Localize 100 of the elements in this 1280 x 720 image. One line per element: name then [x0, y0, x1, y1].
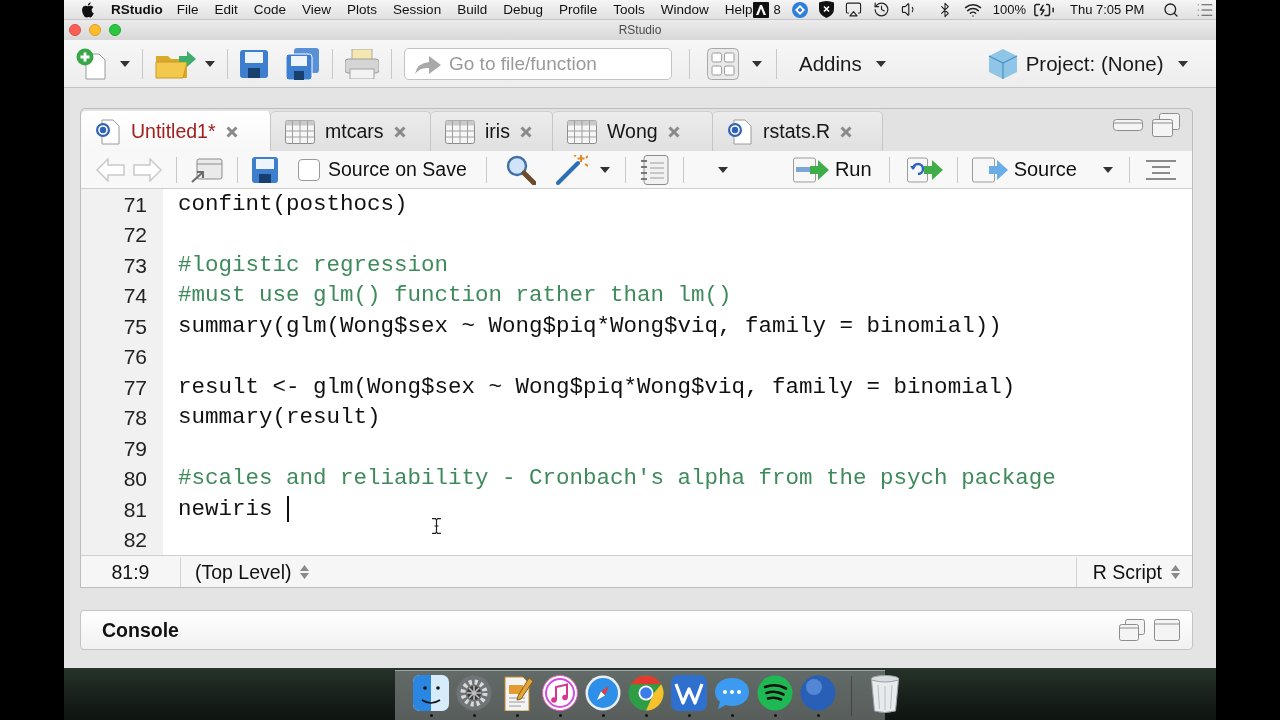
- caret-icon[interactable]: [875, 60, 886, 67]
- line-number: 82: [122, 527, 147, 553]
- line-number: 72: [122, 222, 147, 248]
- search-icon[interactable]: [1163, 1, 1180, 18]
- menu-item[interactable]: View: [302, 1, 332, 18]
- caret-icon[interactable]: [205, 60, 215, 67]
- save-all-icon[interactable]: [286, 47, 320, 80]
- minimize-pane-icon[interactable]: [1113, 119, 1143, 131]
- caret-icon[interactable]: [1177, 60, 1188, 67]
- circle-arcs-icon[interactable]: [757, 675, 793, 711]
- caret-icon[interactable]: [120, 60, 130, 67]
- code-comment: #must use glm() function rather than lm(): [178, 282, 732, 310]
- table-icon: [445, 119, 475, 144]
- file-type-selector[interactable]: R Script: [1075, 556, 1192, 587]
- close-window-icon[interactable]: [69, 24, 81, 36]
- code-comment: #logistic regression: [178, 251, 449, 279]
- triangle-logo-icon[interactable]: [752, 1, 769, 18]
- app-menu[interactable]: RStudio: [111, 1, 163, 18]
- menu-bar-clock[interactable]: Thu 7:05 PM: [1070, 1, 1145, 18]
- menu-item[interactable]: Tools: [613, 1, 645, 18]
- music-note-icon[interactable]: [542, 675, 578, 711]
- close-icon[interactable]: [840, 125, 853, 138]
- script-file-icon: [727, 118, 753, 145]
- project-menu[interactable]: Project: (None): [987, 48, 1188, 79]
- cursor-position: 81:9: [81, 556, 181, 587]
- gear-icon[interactable]: [456, 675, 492, 711]
- code-comment: #scales and reliability - Cronbach's alpha from the psych package: [178, 465, 1056, 493]
- close-icon[interactable]: [519, 125, 532, 138]
- window-title: RStudio: [618, 23, 662, 37]
- maximize-pane-icon[interactable]: [1154, 619, 1180, 641]
- code-line: summary(result): [178, 404, 381, 432]
- code-line: newiris: [178, 495, 273, 523]
- line-number: 80: [122, 466, 147, 492]
- source-on-save-option[interactable]: Source on Save: [298, 158, 467, 181]
- close-icon[interactable]: [393, 125, 406, 138]
- run-button[interactable]: Run: [792, 156, 872, 183]
- outline-lines-icon[interactable]: [1146, 159, 1176, 180]
- shield-icon[interactable]: [818, 1, 834, 18]
- run-lines-icon: [792, 156, 829, 183]
- diamond-badge-icon[interactable]: [791, 1, 808, 18]
- cube-icon: [987, 48, 1018, 79]
- menu-item[interactable]: Build: [457, 1, 488, 18]
- source-button[interactable]: Source: [971, 156, 1113, 183]
- menu-item[interactable]: File: [176, 1, 199, 18]
- table-icon: [285, 119, 315, 144]
- zigzag-tile-icon[interactable]: [671, 675, 707, 711]
- smiley-tile-icon[interactable]: [413, 675, 449, 711]
- caret-icon[interactable]: [1103, 166, 1113, 173]
- updown-arrows-icon: [1171, 564, 1180, 579]
- caret-icon[interactable]: [599, 166, 610, 173]
- menu-item[interactable]: Debug: [503, 1, 543, 18]
- line-number: 74: [122, 283, 147, 309]
- restore-pane-icon[interactable]: [1119, 619, 1145, 641]
- code-editor[interactable]: [81, 189, 1192, 555]
- save-icon[interactable]: [252, 156, 278, 183]
- notebook-icon[interactable]: [640, 154, 669, 185]
- line-number: 76: [122, 344, 147, 370]
- close-icon[interactable]: [225, 125, 238, 138]
- magic-wand-icon[interactable]: [555, 154, 588, 185]
- menu-item[interactable]: Session: [393, 1, 442, 18]
- search-icon[interactable]: [505, 154, 536, 185]
- addins-menu[interactable]: Addins: [799, 51, 886, 76]
- code-line: result <- glm(Wong$sex ~ Wong$piq*Wong$viq, family = binomial): [178, 373, 1016, 401]
- goto-file-field[interactable]: Go to file/function: [404, 47, 672, 80]
- badge-count: 8: [773, 1, 781, 18]
- menu-item[interactable]: Code: [253, 1, 287, 18]
- caret-icon[interactable]: [752, 60, 762, 67]
- restore-pane-icon[interactable]: [1152, 113, 1180, 137]
- close-icon[interactable]: [667, 125, 680, 138]
- source-file-icon: [971, 156, 1008, 183]
- new-file-icon[interactable]: [76, 47, 108, 80]
- editor-tab[interactable]: rstats.R: [713, 111, 883, 151]
- tricolor-circle-icon[interactable]: [628, 675, 664, 711]
- line-number: 79: [122, 435, 147, 461]
- editor-tab[interactable]: Wong: [553, 111, 713, 151]
- menu-item[interactable]: Help: [724, 1, 753, 18]
- save-icon[interactable]: [240, 49, 268, 78]
- history-icon[interactable]: [872, 1, 890, 18]
- code-line: summary(glm(Wong$sex ~ Wong$piq*Wong$viq, family = binomial)): [178, 312, 1002, 340]
- editor-tab[interactable]: Untitled1*: [81, 111, 271, 151]
- menu-item[interactable]: Window: [660, 1, 709, 18]
- editor-tab[interactable]: mtcars: [271, 111, 431, 151]
- menu-item[interactable]: Edit: [214, 1, 238, 18]
- menu-item[interactable]: Plots: [347, 1, 378, 18]
- code-line: confint(posthocs): [178, 190, 408, 218]
- line-number: 71: [122, 191, 147, 217]
- menu-item[interactable]: Profile: [558, 1, 598, 18]
- arrow-icon: [415, 53, 441, 74]
- line-number: 75: [122, 313, 147, 339]
- table-icon: [567, 119, 597, 144]
- scope-selector[interactable]: (Top Level): [181, 556, 324, 587]
- checkbox[interactable]: [298, 158, 320, 181]
- compass-icon[interactable]: [585, 675, 621, 711]
- speech-bubble-icon[interactable]: [714, 675, 750, 711]
- screen-mirroring-icon[interactable]: [844, 1, 862, 18]
- rerun-icon[interactable]: [906, 156, 943, 183]
- caret-icon[interactable]: [717, 166, 728, 173]
- editor-tab[interactable]: iris: [431, 111, 553, 151]
- window-arrow-icon[interactable]: [191, 156, 223, 183]
- trash-can-icon[interactable]: [870, 675, 900, 713]
